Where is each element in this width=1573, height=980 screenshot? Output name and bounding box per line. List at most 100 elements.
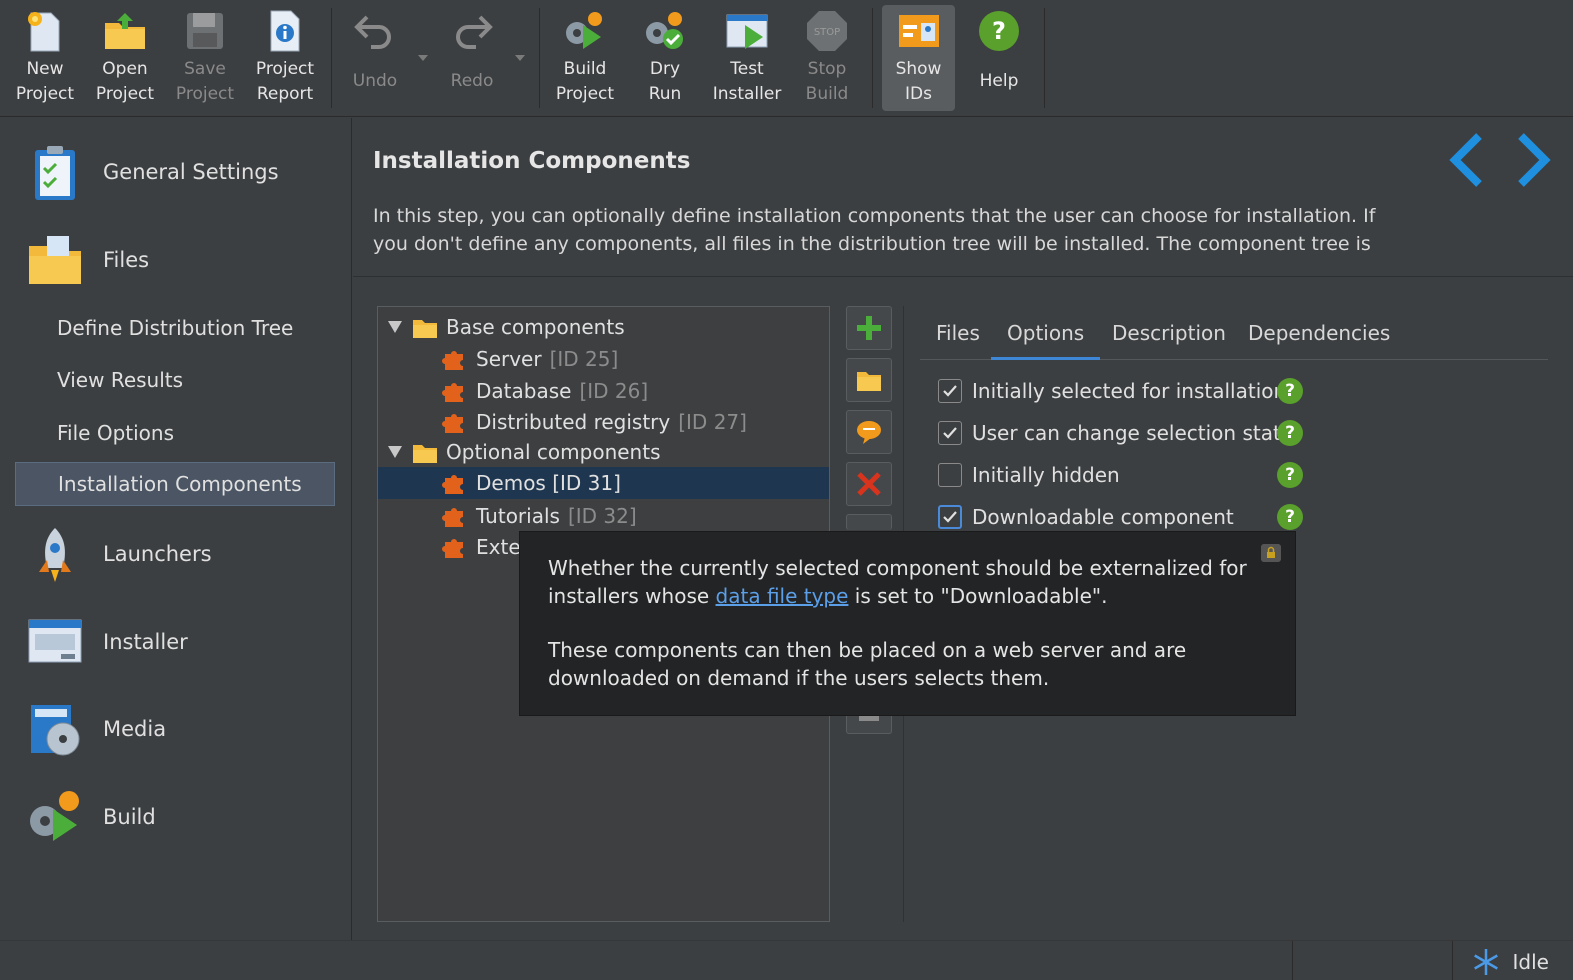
speech-bubble-icon <box>857 421 881 444</box>
initially-selected-checkbox[interactable] <box>938 379 962 403</box>
tree-node-demos[interactable]: Demos [ID 31] <box>378 467 829 499</box>
tree-node-server[interactable]: Server [ID 25] <box>378 343 829 375</box>
files-folder-icon <box>29 236 81 284</box>
help-icon[interactable]: ? <box>1277 462 1303 488</box>
build-gear-icon <box>566 12 602 49</box>
downloadable-checkbox[interactable] <box>938 505 962 529</box>
help-icon[interactable]: ? <box>1277 504 1303 530</box>
status-separator <box>1452 941 1453 980</box>
open-project-button[interactable]: Open Project <box>88 5 162 111</box>
add-component-button[interactable] <box>846 306 892 350</box>
tree-node-tutorials[interactable]: Tutorials [ID 32] <box>378 500 829 532</box>
redo-button[interactable]: Redo <box>434 5 510 111</box>
status-indicator: Idle <box>1471 947 1549 977</box>
expand-triangle-icon[interactable] <box>388 321 402 333</box>
help-icon[interactable]: ? <box>1277 420 1303 446</box>
plus-icon <box>857 316 881 340</box>
tree-node-database[interactable]: Database [ID 26] <box>378 375 829 407</box>
nav-arrows <box>1449 133 1551 187</box>
help-icon[interactable]: ? <box>1277 378 1303 404</box>
dry-run-gear-icon <box>646 12 683 49</box>
build-gear-icon <box>30 791 79 841</box>
back-arrow-icon[interactable] <box>1449 133 1482 187</box>
delete-x-icon <box>857 472 881 496</box>
project-report-button[interactable]: Project Report <box>248 5 322 111</box>
tree-node-distributed-registry[interactable]: Distributed registry [ID 27] <box>378 406 829 438</box>
sidebar-item-launchers[interactable]: Launchers <box>15 522 335 586</box>
svg-text:STOP: STOP <box>814 27 840 38</box>
expand-triangle-icon[interactable] <box>388 446 402 458</box>
report-document-icon <box>270 10 300 52</box>
tab-dependencies[interactable]: Dependencies <box>1232 308 1406 358</box>
sidebar-item-build[interactable]: Build <box>15 785 335 849</box>
test-installer-button[interactable]: Test Installer <box>708 5 786 111</box>
folder-icon <box>857 372 881 391</box>
option-user-can-change[interactable]: User can change selection state <box>938 418 1293 448</box>
media-disc-icon <box>31 705 80 756</box>
sidebar-item-view-results[interactable]: View Results <box>15 358 335 402</box>
stop-build-button[interactable]: STOP Stop Build <box>790 5 864 111</box>
toolbar-separator <box>331 8 332 108</box>
sidebar-item-installer[interactable]: Installer <box>15 610 335 674</box>
undo-dropdown-icon[interactable] <box>418 55 428 61</box>
option-initially-hidden[interactable]: Initially hidden <box>938 460 1120 490</box>
dry-run-button[interactable]: Dry Run <box>628 5 702 111</box>
sidebar-item-installation-components[interactable]: Installation Components <box>15 462 335 506</box>
save-project-button[interactable]: Save Project <box>168 5 242 111</box>
data-file-type-link[interactable]: data file type <box>716 584 849 608</box>
header-divider <box>353 276 1573 277</box>
tab-files[interactable]: Files <box>920 308 996 358</box>
option-initially-selected[interactable]: Initially selected for installation <box>938 376 1286 406</box>
sidebar-item-file-options[interactable]: File Options <box>15 411 335 455</box>
add-folder-button[interactable] <box>846 358 892 402</box>
initially-hidden-checkbox[interactable] <box>938 463 962 487</box>
toolbar-separator <box>539 8 540 108</box>
add-description-button[interactable] <box>846 410 892 454</box>
delete-component-button[interactable] <box>846 462 892 506</box>
sidebar-item-files[interactable]: Files <box>15 228 335 292</box>
puzzle-piece-icon <box>442 383 463 402</box>
test-installer-icon <box>726 14 768 49</box>
show-ids-icon <box>898 15 939 47</box>
undo-arrow-icon <box>354 15 391 49</box>
sidebar-item-general-settings[interactable]: General Settings <box>15 140 335 204</box>
installer-window-icon <box>28 619 82 663</box>
build-project-button[interactable]: Build Project <box>548 5 622 111</box>
redo-arrow-icon <box>456 15 493 49</box>
new-project-button[interactable]: New Project <box>8 5 82 111</box>
option-downloadable[interactable]: Downloadable component <box>938 502 1234 532</box>
snowflake-icon <box>1473 949 1498 975</box>
tree-node-optional-components[interactable]: Optional components <box>378 436 829 468</box>
tab-options[interactable]: Options <box>991 308 1101 360</box>
sidebar-item-media[interactable]: Media <box>15 697 335 761</box>
redo-dropdown-icon[interactable] <box>515 55 525 61</box>
sidebar: General Settings Files Define Distributi… <box>0 118 352 940</box>
puzzle-piece-icon <box>442 351 463 370</box>
save-disk-icon <box>187 13 223 49</box>
help-button[interactable]: ? Help <box>962 5 1036 111</box>
svg-text:?: ? <box>992 17 1006 45</box>
undo-button[interactable]: Undo <box>337 5 413 111</box>
tooltip-paragraph: These components can then be placed on a… <box>548 638 1187 690</box>
tooltip-paragraph: Whether the currently selected component… <box>548 556 1247 608</box>
status-bar: Idle <box>0 940 1573 980</box>
page-title: Installation Components <box>373 148 691 174</box>
help-icon: ? <box>979 11 1019 51</box>
forward-arrow-icon[interactable] <box>1518 133 1551 187</box>
show-ids-toggle[interactable]: Show IDs <box>882 5 955 111</box>
pin-icon[interactable] <box>1261 544 1281 562</box>
tab-bar: Files Options Description Dependencies <box>920 308 1548 360</box>
sidebar-item-define-distribution-tree[interactable]: Define Distribution Tree <box>15 306 335 350</box>
folder-icon <box>413 320 437 338</box>
help-tooltip: Whether the currently selected component… <box>519 531 1296 716</box>
user-can-change-checkbox[interactable] <box>938 421 962 445</box>
search-button[interactable] <box>846 514 892 530</box>
checkmark-icon <box>943 385 957 397</box>
page-description: In this step, you can optionally define … <box>373 205 1376 255</box>
tab-description[interactable]: Description <box>1096 308 1242 358</box>
tree-node-base-components[interactable]: Base components <box>378 311 829 343</box>
status-separator <box>1292 941 1293 980</box>
puzzle-piece-icon <box>442 508 463 527</box>
puzzle-piece-icon <box>442 414 463 433</box>
checkmark-icon <box>943 511 957 523</box>
